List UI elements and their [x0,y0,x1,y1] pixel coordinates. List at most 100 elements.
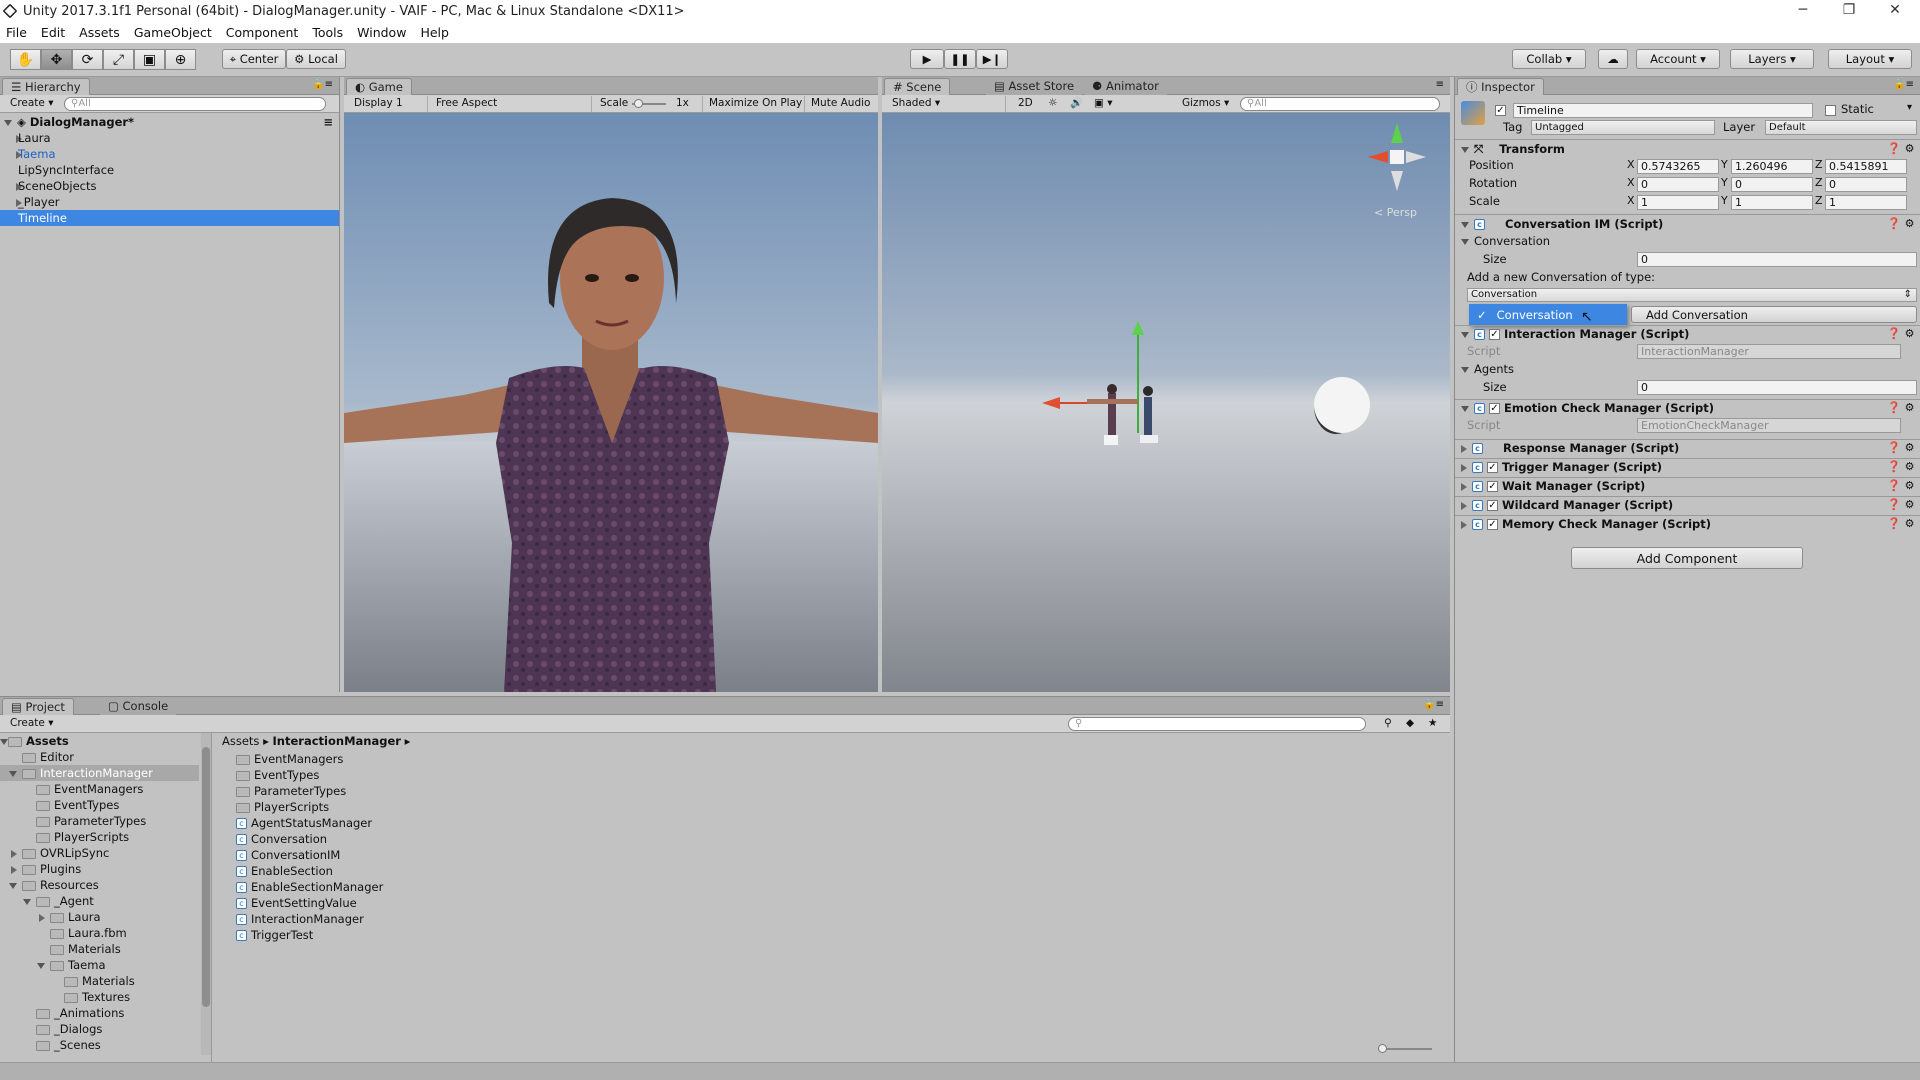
rotation-y-input[interactable]: 0 [1731,177,1813,192]
display-dropdown[interactable]: Display 1 [348,96,428,112]
pause-button[interactable]: ❚❚ [944,49,976,69]
conversation-im-expand-icon[interactable] [1461,221,1469,228]
project-file-item[interactable]: PlayerScripts [236,799,836,815]
conversation-size-input[interactable]: 0 [1637,252,1917,267]
mute-audio-toggle[interactable]: Mute Audio [804,96,876,112]
scene-viewport[interactable]: < Persp [882,113,1450,692]
settings-gear-icon[interactable]: ⚙ [1903,442,1916,455]
interaction-manager-header[interactable]: c ✓ Interaction Manager (Script) ❓ ⚙ [1455,326,1920,343]
transform-expand-icon[interactable] [1461,146,1469,153]
enable-checkbox[interactable]: ✓ [1487,481,1498,492]
help-icon[interactable]: ❓ [1887,218,1901,231]
rect-tool-icon[interactable]: ▣ [134,49,165,70]
scale-tool-icon[interactable]: ⤢ [103,49,134,70]
enable-checkbox[interactable]: ✓ [1487,500,1498,511]
project-tree-item[interactable]: PlayerScripts [0,829,199,845]
expand-icon[interactable] [1461,520,1467,529]
shading-dropdown[interactable]: Shaded ▾ [886,96,1006,112]
tab-console[interactable]: ▢ Console [100,698,177,715]
position-y-input[interactable]: 1.260496 [1731,159,1813,174]
help-icon[interactable]: ❓ [1887,499,1901,512]
project-tree-item[interactable]: Taema [0,957,199,973]
project-tree-item[interactable]: Plugins [0,861,199,877]
conversation-foldout[interactable]: Conversation [1455,233,1920,250]
conversation-expand-icon[interactable] [1461,238,1469,245]
hierarchy-item-sceneobjects[interactable]: SceneObjects [0,178,339,194]
expand-arrow-icon[interactable] [23,898,31,905]
project-tree-item[interactable]: OVRLipSync [0,845,199,861]
hierarchy-search-input[interactable]: ⚲All [64,97,326,111]
scene-search-input[interactable]: ⚲All [1240,97,1440,111]
scene-menu-icon[interactable]: ≡ [323,114,333,130]
project-search-input[interactable]: ⚲ [1068,717,1366,731]
active-checkbox[interactable]: ✓ [1495,105,1506,116]
layout-button[interactable]: Layout ▾ [1828,49,1912,69]
settings-gear-icon[interactable]: ⚙ [1903,328,1916,341]
menu-file[interactable]: File [6,25,27,40]
tab-project[interactable]: ▤ Project [2,698,74,715]
inspector-menu-icon[interactable]: 🔒≡ [1893,79,1914,90]
settings-gear-icon[interactable]: ⚙ [1903,518,1916,531]
project-tree-item[interactable]: _Dialogs [0,1021,199,1037]
emotion-check-header[interactable]: c ✓ Emotion Check Manager (Script) ❓ ⚙ [1455,400,1920,417]
expand-arrow-icon[interactable] [11,849,17,858]
static-checkbox[interactable] [1825,105,1836,116]
project-file-item[interactable]: c InteractionManager [236,911,836,927]
scale-slider-thumb[interactable] [634,99,643,108]
static-dropdown-icon[interactable]: ▾ [1907,102,1912,113]
object-name-input[interactable]: Timeline [1513,103,1813,118]
expand-icon[interactable] [1461,463,1467,472]
layer-dropdown[interactable]: Default [1765,120,1917,135]
project-tree-item[interactable]: Materials [0,973,199,989]
project-tree-item[interactable]: InteractionManager [0,765,199,781]
project-tree-item[interactable]: EventManagers [0,781,199,797]
layers-button[interactable]: Layers ▾ [1730,49,1814,69]
response-manager-script-header[interactable]: c Response Manager (Script) ❓ ⚙ [1455,439,1920,456]
hierarchy-item--player[interactable]: _Player [0,194,339,210]
transform-tool-icon[interactable]: ⊕ [165,49,196,70]
hierarchy-create-dropdown[interactable]: Create ▾ [4,96,60,112]
position-z-input[interactable]: 0.5415891 [1825,159,1907,174]
project-file-item[interactable]: c TriggerTest [236,927,836,943]
enable-checkbox[interactable]: ✓ [1489,403,1500,414]
wildcard-manager-script-header[interactable]: c ✓ Wildcard Manager (Script) ❓ ⚙ [1455,496,1920,513]
tab-scene[interactable]: # Scene [884,78,951,95]
project-tree-item[interactable]: Editor [0,749,199,765]
project-create-dropdown[interactable]: Create ▾ [4,716,60,732]
project-file-item[interactable]: c AgentStatusManager [236,815,836,831]
breadcrumb-interactionmanager[interactable]: InteractionManager [273,734,401,748]
menu-window[interactable]: Window [357,25,406,40]
project-file-item[interactable]: c ConversationIM [236,847,836,863]
project-tree-item[interactable]: Laura [0,909,199,925]
help-icon[interactable]: ❓ [1887,402,1901,415]
add-conversation-button[interactable]: Add Conversation [1631,306,1917,323]
enable-checkbox[interactable]: ✓ [1489,329,1500,340]
expand-arrow-icon[interactable] [11,865,17,874]
expand-icon[interactable] [1461,444,1467,453]
tag-dropdown[interactable]: Untagged [1531,120,1715,135]
panel-menu-icon[interactable]: 🔒≡ [312,79,333,90]
expand-icon[interactable] [1461,331,1469,338]
tree-scrollbar-thumb[interactable] [202,747,210,1007]
scale-x-input[interactable]: 1 [1637,195,1719,210]
tab-hierarchy[interactable]: ☰ Hierarchy [2,78,90,95]
icon-size-slider-thumb[interactable] [1378,1044,1387,1053]
project-file-item[interactable]: c Conversation [236,831,836,847]
move-tool-icon[interactable]: ✥ [41,49,72,70]
project-menu-icon[interactable]: 🔒≡ [1423,699,1444,710]
menu-assets[interactable]: Assets [79,25,120,40]
lighting-toggle-icon[interactable]: ☼ [1042,96,1063,112]
help-icon[interactable]: ❓ [1887,461,1901,474]
tab-asset-store[interactable]: ▤ Asset Store [986,78,1083,95]
rotation-x-input[interactable]: 0 [1637,177,1719,192]
project-tree-item[interactable]: ParameterTypes [0,813,199,829]
play-button[interactable]: ▶ [910,49,944,69]
enable-checkbox[interactable]: ✓ [1487,519,1498,530]
help-icon[interactable]: ❓ [1887,480,1901,493]
project-tree-item[interactable]: Textures [0,989,199,1005]
project-file-item[interactable]: EventManagers [236,751,836,767]
conversation-type-popup-item[interactable]: ✓ Conversation ↖ [1469,304,1627,326]
account-button[interactable]: Account ▾ [1636,49,1720,69]
settings-gear-icon[interactable]: ⚙ [1903,480,1916,493]
enable-checkbox[interactable]: ✓ [1487,462,1498,473]
